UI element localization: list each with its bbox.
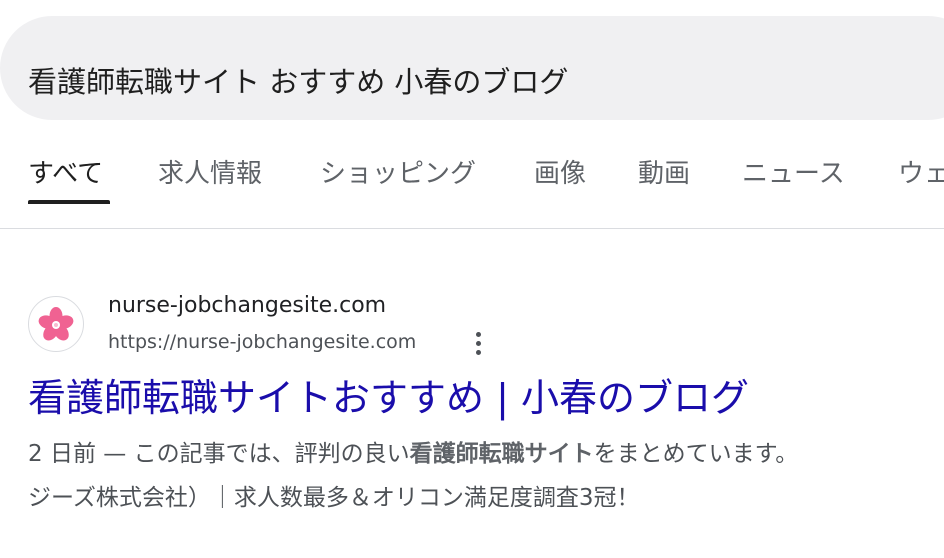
search-bar[interactable]: 看護師転職サイト おすすめ 小春のブログ xyxy=(0,16,944,120)
site-favicon[interactable] xyxy=(28,296,84,352)
search-results-page: 看護師転職サイト おすすめ 小春のブログ すべて 求人情報 ショッピング 画像 … xyxy=(0,0,944,558)
tab-all[interactable]: すべて xyxy=(28,152,103,196)
search-query-text[interactable]: 看護師転職サイト おすすめ 小春のブログ xyxy=(28,60,568,104)
search-tabs: すべて 求人情報 ショッピング 画像 動画 ニュース ウェ xyxy=(0,152,944,204)
result-site-name[interactable]: nurse-jobchangesite.com xyxy=(108,290,386,322)
result-snippet-line-1: 2 日前 — この記事では、評判の良い看護師転職サイトをまとめています。 xyxy=(28,434,798,474)
tab-shopping[interactable]: ショッピング xyxy=(320,152,476,196)
snippet-highlight: 看護師転職サイト xyxy=(409,441,594,467)
result-url[interactable]: https://nurse-jobchangesite.com xyxy=(108,328,416,356)
snippet-date: 2 日前 — xyxy=(28,441,134,467)
tab-videos[interactable]: 動画 xyxy=(638,152,690,196)
result-title-link[interactable]: 看護師転職サイトおすすめ | 小春のブログ xyxy=(28,370,749,426)
result-snippet-line-2: ジーズ株式会社）｜求人数最多＆オリコン満足度調査3冠！ xyxy=(28,485,640,511)
tab-jobs[interactable]: 求人情報 xyxy=(158,152,262,196)
snippet-text: この記事では、評判の良い xyxy=(133,441,410,467)
tab-images[interactable]: 画像 xyxy=(534,152,586,196)
tabs-divider xyxy=(0,228,944,229)
active-tab-indicator xyxy=(28,200,110,204)
sakura-flower-icon xyxy=(38,307,74,341)
vertical-dots-icon[interactable] xyxy=(466,330,490,358)
tab-news[interactable]: ニュース xyxy=(742,152,845,196)
snippet-text-continued: をまとめています。 xyxy=(593,441,799,467)
tab-web[interactable]: ウェ xyxy=(898,152,944,196)
